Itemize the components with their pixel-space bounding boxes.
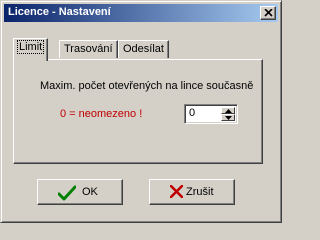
cancel-button[interactable]: Zrušit	[149, 179, 235, 205]
cancel-label: Zrušit	[186, 186, 214, 198]
dialog-window: Licence - Nastavení Limit Trasování Odes…	[0, 0, 282, 223]
close-button[interactable]	[260, 6, 276, 20]
tab-limit-label: Limit	[16, 40, 45, 54]
checkmark-icon	[58, 185, 76, 201]
arrow-up-icon	[225, 109, 232, 113]
window-title: Licence - Nastavení	[8, 6, 111, 18]
stepper-up-button[interactable]	[221, 107, 235, 114]
tab-panel-limit: Maxim. počet otevřených na lince současn…	[13, 59, 263, 164]
tab-odesilat-label: Odesílat	[123, 43, 164, 55]
arrow-down-icon	[225, 116, 232, 120]
title-bar[interactable]: Licence - Nastavení	[4, 4, 278, 22]
ok-button[interactable]: OK	[37, 179, 123, 205]
limit-label: Maxim. počet otevřených na lince současn…	[40, 80, 254, 92]
stepper-down-button[interactable]	[221, 114, 235, 121]
cross-icon	[170, 185, 183, 198]
limit-note: 0 = neomezeno !	[60, 108, 143, 120]
tab-trasovani-label: Trasování	[64, 43, 113, 55]
tab-limit[interactable]: Limit	[13, 38, 49, 61]
limit-stepper[interactable]: 0	[184, 104, 238, 124]
ok-label: OK	[82, 186, 98, 198]
tab-trasovani[interactable]: Trasování	[59, 40, 118, 58]
close-icon	[264, 9, 273, 17]
limit-value[interactable]: 0	[189, 107, 195, 119]
tab-odesilat[interactable]: Odesílat	[118, 40, 169, 58]
stepper-buttons	[221, 107, 235, 121]
